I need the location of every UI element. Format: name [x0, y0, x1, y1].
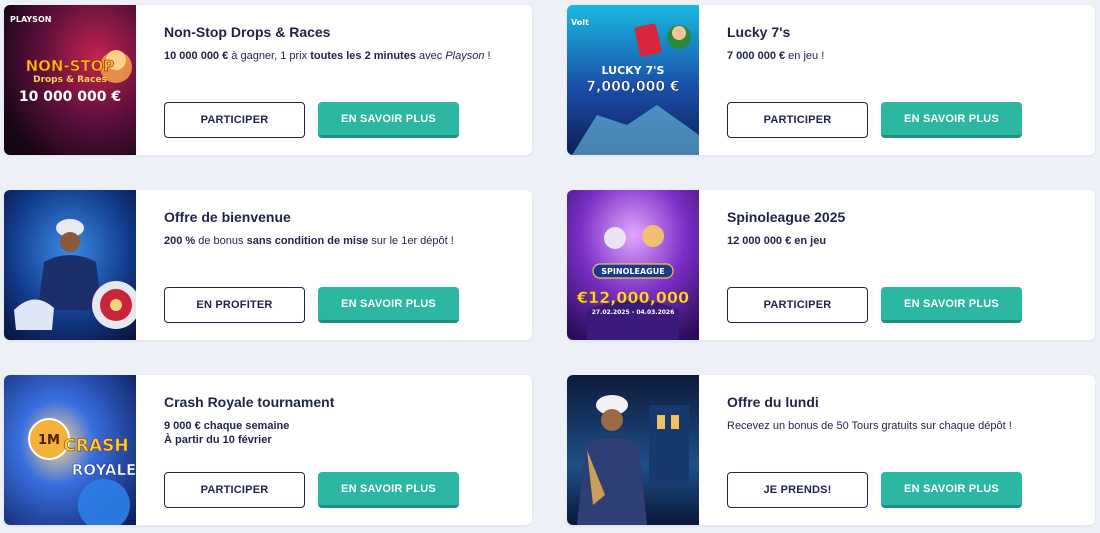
thumb-line1-text: LUCKY 7'S — [602, 64, 665, 77]
promo-card-monday-offer: Offre du lundi Recevez un bonus de 50 To… — [567, 375, 1095, 525]
promo-description-fragment: Playson — [445, 50, 485, 62]
promo-description-fragment: toutes les 2 minutes — [310, 50, 416, 62]
participate-button[interactable]: PARTICIPER — [164, 472, 305, 508]
thumb-brand-text: PLAYSON — [10, 15, 51, 24]
thumb-line1-text: 1M — [38, 433, 60, 448]
promo-title: Non-Stop Drops & Races — [164, 24, 331, 40]
promo-image-welcome-offer[interactable] — [4, 190, 136, 340]
thumb-line3-text: 10 000 000 € — [19, 89, 121, 105]
participate-button[interactable]: PARTICIPER — [164, 102, 305, 138]
promo-description: 9 000 € chaque semaine À partir du 10 fév… — [164, 419, 289, 447]
learn-more-button[interactable]: EN SAVOIR PLUS — [881, 102, 1022, 138]
promo-description-fragment: sur le 1er dépôt ! — [368, 235, 454, 247]
promo-description-fragment: À partir du 10 février — [164, 434, 272, 446]
thumb-line1-text: NON-STOP — [26, 57, 115, 75]
promo-card-non-stop-drops: PLAYSON NON-STOP Drops & Races 10 000 00… — [4, 5, 532, 155]
promo-image-lucky-7s[interactable]: Volt LUCKY 7'S 7,000,000 € — [567, 5, 699, 155]
promo-description-fragment: ! — [484, 50, 491, 62]
promo-card-welcome-offer: Offre de bienvenue 200 % de bonus sans c… — [4, 190, 532, 340]
thumb-line2-text: €12,000,000 — [576, 288, 689, 307]
thumb-line3-text: 27.02.2025 - 04.03.2026 — [592, 309, 675, 316]
promo-description-fragment: à gagner, 1 prix — [228, 50, 311, 62]
promo-description-fragment: avec — [415, 50, 446, 62]
promo-description: 12 000 000 € en jeu — [727, 234, 826, 248]
promo-content: Spinoleague 2025 12 000 000 € en jeu PAR… — [727, 190, 1079, 340]
promo-description-fragment: 10 000 000 € — [164, 50, 229, 62]
learn-more-button[interactable]: EN SAVOIR PLUS — [318, 472, 459, 508]
promo-card-crash-royale: 1M CRASH ROYALE Crash Royale tournament … — [4, 375, 532, 525]
thumb-line3-text: ROYALE — [72, 461, 136, 479]
promotions-grid: PLAYSON NON-STOP Drops & Races 10 000 00… — [0, 0, 1100, 533]
promo-image-spinoleague[interactable]: SPINOLEAGUE €12,000,000 27.02.2025 - 04.… — [567, 190, 699, 340]
promo-content: Non-Stop Drops & Races 10 000 000 € à ga… — [164, 5, 516, 155]
take-offer-button[interactable]: JE PRENDS! — [727, 472, 868, 508]
promo-description-fragment: 12 000 000 € — [727, 235, 792, 247]
thumb-brand-text: Volt — [571, 18, 589, 27]
promo-content: Crash Royale tournament 9 000 € chaque s… — [164, 375, 516, 525]
learn-more-button[interactable]: EN SAVOIR PLUS — [881, 472, 1022, 508]
promo-description-fragment: en jeu — [791, 235, 827, 247]
claim-button[interactable]: EN PROFITER — [164, 287, 305, 323]
participate-button[interactable]: PARTICIPER — [727, 287, 868, 323]
learn-more-button[interactable]: EN SAVOIR PLUS — [881, 287, 1022, 323]
promo-description: Recevez un bonus de 50 Tours gratuits su… — [727, 419, 1012, 433]
thumb-line2-text: CRASH — [63, 436, 128, 456]
promo-content: Offre de bienvenue 200 % de bonus sans c… — [164, 190, 516, 340]
promo-description-fragment: Recevez un bonus de 50 Tours gratuits su… — [727, 420, 1012, 432]
promo-description: 7 000 000 € en jeu ! — [727, 49, 824, 63]
participate-button[interactable]: PARTICIPER — [727, 102, 868, 138]
promo-description: 200 % de bonus sans condition de mise su… — [164, 234, 454, 248]
promo-image-crash-royale[interactable]: 1M CRASH ROYALE — [4, 375, 136, 525]
learn-more-button[interactable]: EN SAVOIR PLUS — [318, 287, 459, 323]
promo-content: Lucky 7's 7 000 000 € en jeu ! PARTICIPE… — [727, 5, 1079, 155]
thumb-line2-text: Drops & Races — [33, 75, 107, 85]
promo-title: Lucky 7's — [727, 24, 791, 40]
promo-description-fragment: de bonus — [195, 235, 247, 247]
promo-description-fragment: 9 000 € chaque semaine — [164, 420, 290, 432]
promo-title: Spinoleague 2025 — [727, 209, 846, 225]
promo-description-fragment: 200 % — [164, 235, 196, 247]
thumb-line2-text: 7,000,000 € — [586, 79, 679, 95]
thumb-line1-text: SPINOLEAGUE — [601, 267, 664, 276]
promo-image-non-stop-drops[interactable]: PLAYSON NON-STOP Drops & Races 10 000 00… — [4, 5, 136, 155]
promo-card-spinoleague: SPINOLEAGUE €12,000,000 27.02.2025 - 04.… — [567, 190, 1095, 340]
promo-description-fragment: sans condition de mise — [246, 235, 369, 247]
promo-image-monday-offer[interactable] — [567, 375, 699, 525]
promo-description-fragment: en jeu ! — [785, 50, 825, 62]
learn-more-button[interactable]: EN SAVOIR PLUS — [318, 102, 459, 138]
promo-content: Offre du lundi Recevez un bonus de 50 To… — [727, 375, 1079, 525]
promo-card-lucky-7s: Volt LUCKY 7'S 7,000,000 € Lucky 7's 7 0… — [567, 5, 1095, 155]
promo-title: Offre du lundi — [727, 394, 819, 410]
promo-title: Offre de bienvenue — [164, 209, 291, 225]
promo-description: 10 000 000 € à gagner, 1 prix toutes les… — [164, 49, 491, 63]
promo-description-fragment: 7 000 000 € — [727, 50, 786, 62]
promo-title: Crash Royale tournament — [164, 394, 335, 410]
